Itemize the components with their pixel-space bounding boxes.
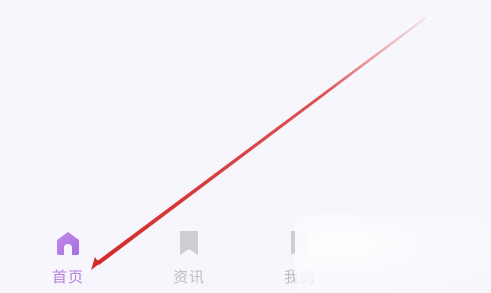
tab-mine-label: 我的 bbox=[283, 268, 316, 286]
bookmark-icon bbox=[286, 230, 314, 256]
bottom-tab-bar: 首页 资讯 我的 bbox=[0, 222, 491, 293]
tab-news[interactable]: 资讯 bbox=[149, 222, 229, 293]
bookmark-icon bbox=[175, 230, 203, 256]
tab-home[interactable]: 首页 bbox=[28, 222, 108, 293]
tab-mine[interactable]: 我的 bbox=[260, 222, 340, 293]
app-screen: 首页 资讯 我的 bbox=[0, 0, 491, 293]
tab-news-label: 资讯 bbox=[172, 268, 205, 286]
home-icon bbox=[54, 230, 82, 256]
tab-home-label: 首页 bbox=[51, 268, 84, 286]
